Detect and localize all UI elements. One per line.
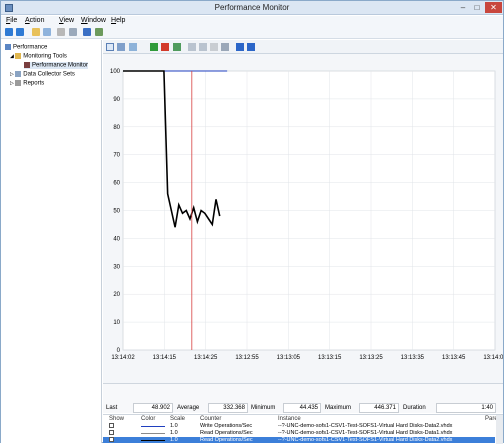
minimum-label: Minimum [251, 405, 276, 411]
show-hide-tree-icon[interactable] [43, 28, 51, 36]
maximum-value: 446.371 [359, 403, 399, 413]
mmc-icon[interactable] [95, 28, 103, 36]
add-counter-icon[interactable] [150, 43, 158, 51]
menu-action[interactable]: Action [25, 17, 44, 24]
reports-icon [15, 80, 22, 86]
folder-icon[interactable] [32, 28, 40, 36]
paste-counter-list-icon[interactable] [199, 43, 207, 51]
x-tick-label: 13:12:55 [235, 355, 259, 361]
navigation-tree: Performance ◢ Monitoring Tools Performan… [1, 40, 102, 443]
series-color-swatch [141, 440, 165, 441]
forward-icon[interactable] [16, 28, 24, 36]
col-counter[interactable]: Counter [200, 416, 221, 422]
freeze-display-icon[interactable] [236, 43, 244, 51]
y-tick-label: 100 [110, 69, 121, 75]
properties-icon[interactable] [57, 28, 65, 36]
folder-icon [15, 53, 22, 59]
last-label: Last [106, 405, 118, 411]
last-value: 48.902 [133, 403, 173, 413]
counter-legend: Show Color Scale Counter Instance Pare 1… [103, 414, 503, 444]
close-button[interactable]: ✕ [485, 2, 502, 13]
maximum-label: Maximum [325, 405, 352, 411]
legend-row[interactable]: 1.0 Write Operations/Sec --?-UNC-demo-so… [103, 423, 495, 430]
x-tick-label: 13:13:35 [401, 355, 425, 361]
menu-bar: File Action View Window Help [1, 16, 503, 27]
x-tick-label: 13:13:15 [318, 355, 342, 361]
x-tick-label: 13:13:25 [359, 355, 383, 361]
performance-monitor-pane: 100 90 80 70 60 50 40 30 20 10 0 13:14:02 13:14:15 1… [103, 40, 503, 444]
legend-row-selected[interactable]: 1.0 Read Operations/Sec --?-UNC-demo-sof… [103, 437, 495, 443]
y-tick-label: 70 [113, 153, 120, 159]
col-scale[interactable]: Scale [170, 416, 185, 422]
x-tick-label: 13:13:45 [442, 355, 466, 361]
y-tick-label: 90 [113, 97, 120, 103]
series-color-swatch [141, 433, 165, 434]
menu-file[interactable]: File [6, 17, 17, 24]
average-value: 332.368 [208, 403, 248, 413]
window-title: Performance Monitor [214, 3, 290, 12]
data-collector-icon [15, 71, 22, 77]
y-tick-label: 20 [113, 292, 120, 298]
minimize-button[interactable]: – [457, 2, 469, 13]
export-icon[interactable] [69, 28, 77, 36]
x-tick-label: 13:14:15 [153, 355, 177, 361]
back-icon[interactable] [5, 28, 13, 36]
tree-performance-monitor[interactable]: Performance Monitor [24, 62, 89, 69]
view-current-activity-icon[interactable] [106, 43, 114, 51]
main-toolbar [1, 27, 503, 39]
update-data-icon[interactable] [247, 43, 255, 51]
legend-vertical-scrollbar[interactable] [496, 415, 503, 444]
col-color[interactable]: Color [141, 416, 155, 422]
delete-counter-icon[interactable] [161, 43, 169, 51]
y-tick-label: 60 [113, 181, 120, 187]
col-show[interactable]: Show [109, 416, 124, 422]
show-checkbox[interactable] [109, 437, 114, 442]
menu-view[interactable]: View [59, 17, 74, 24]
maximize-button[interactable]: □ [471, 2, 483, 13]
zoom-icon[interactable] [221, 43, 229, 51]
title-bar: Performance Monitor – □ ✕ [1, 1, 503, 15]
col-instance[interactable]: Instance [278, 416, 301, 422]
y-tick-label: 50 [113, 209, 120, 215]
tree-monitoring-tools[interactable]: ◢ Monitoring Tools [10, 53, 67, 60]
tree-data-collector-sets[interactable]: ▷ Data Collector Sets [10, 71, 75, 78]
chart-icon [24, 62, 30, 68]
y-tick-label: 80 [113, 125, 120, 131]
x-tick-label: 13:14:01 [483, 355, 503, 361]
tree-reports[interactable]: ▷ Reports [10, 80, 44, 87]
y-tick-label: 40 [113, 236, 120, 242]
tree-performance[interactable]: Performance [5, 44, 47, 51]
minimum-value: 44.435 [283, 403, 321, 413]
duration-label: Duration [403, 405, 426, 411]
average-label: Average [177, 405, 200, 411]
x-tick-label: 13:14:25 [194, 355, 218, 361]
x-tick-label: 13:14:02 [111, 355, 135, 361]
menu-window[interactable]: Window [81, 17, 106, 24]
y-tick-label: 30 [113, 264, 120, 270]
graph-toolbar [103, 40, 503, 54]
view-log-data-icon[interactable] [117, 43, 125, 51]
change-graph-type-icon[interactable] [129, 43, 137, 51]
app-window: Performance Monitor – □ ✕ File Action Vi… [0, 0, 504, 444]
show-checkbox[interactable] [109, 423, 114, 428]
help-icon[interactable] [83, 28, 91, 36]
performance-icon [5, 44, 11, 50]
duration-value: 1:40 [436, 403, 496, 413]
y-tick-label: 10 [113, 320, 120, 326]
x-tick-label: 13:13:05 [277, 355, 301, 361]
series-color-swatch [141, 426, 165, 427]
highlight-icon[interactable] [173, 43, 181, 51]
performance-graph: 1009080706050403020100 13:14:02 13:14:15 1… [103, 54, 503, 383]
show-checkbox[interactable] [109, 430, 114, 435]
properties-icon[interactable] [210, 43, 218, 51]
statistics-bar: Last 48.902 Average 332.368 Minimum 44.4… [103, 383, 503, 413]
menu-help[interactable]: Help [111, 17, 125, 24]
legend-row[interactable]: 1.0 Read Operations/Sec --?-UNC-demo-sof… [103, 430, 495, 437]
copy-properties-icon[interactable] [188, 43, 196, 51]
